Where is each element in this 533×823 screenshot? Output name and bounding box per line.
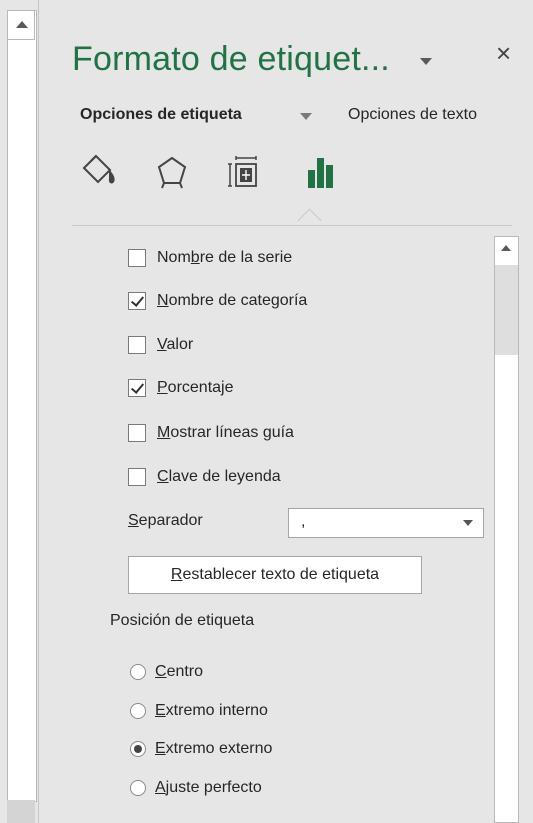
outer-scroll-bottom bbox=[7, 800, 35, 823]
label-options-icon[interactable] bbox=[302, 152, 342, 192]
radio-button[interactable] bbox=[130, 780, 146, 796]
radio-outside-end[interactable]: Extremo externo bbox=[130, 737, 272, 761]
label-position-heading: Posición de etiqueta bbox=[110, 612, 255, 629]
checkbox-legend-key[interactable]: Clave de leyenda bbox=[128, 465, 281, 489]
section-divider bbox=[72, 225, 512, 226]
format-data-labels-pane: Formato de etiquet... × Opciones de etiq… bbox=[48, 0, 533, 823]
outer-scroll-track[interactable] bbox=[7, 10, 37, 802]
checkbox-box[interactable] bbox=[128, 379, 146, 397]
radio-inside-end[interactable]: Extremo interno bbox=[130, 699, 268, 723]
outer-scroll-up-button[interactable] bbox=[7, 10, 35, 40]
tab-label-options-dropdown-icon[interactable] bbox=[300, 113, 312, 120]
tab-text-options[interactable]: Opciones de texto bbox=[348, 106, 477, 124]
radio-center[interactable]: Centro bbox=[130, 660, 203, 684]
pane-title: Formato de etiquet... bbox=[72, 40, 390, 78]
checkbox-box[interactable] bbox=[128, 336, 146, 354]
checkbox-series-name[interactable]: Nombre de la serie bbox=[128, 246, 292, 270]
checkbox-box[interactable] bbox=[128, 292, 146, 310]
fill-line-icon[interactable] bbox=[80, 152, 120, 192]
category-icon-row bbox=[80, 152, 380, 198]
checkbox-leader-lines[interactable]: Mostrar líneas guía bbox=[128, 421, 294, 445]
checkbox-percentage[interactable]: Porcentaje bbox=[128, 376, 234, 400]
checkbox-box[interactable] bbox=[128, 424, 146, 442]
inner-scroll-thumb[interactable] bbox=[495, 265, 518, 355]
pane-options-dropdown-icon[interactable] bbox=[420, 58, 432, 65]
effects-icon[interactable] bbox=[152, 152, 192, 192]
checkbox-value[interactable]: Valor bbox=[128, 333, 193, 357]
selected-tab-indicator bbox=[297, 208, 322, 233]
radio-button[interactable] bbox=[130, 664, 146, 680]
size-properties-icon[interactable] bbox=[226, 152, 266, 192]
tab-label-options[interactable]: Opciones de etiqueta bbox=[80, 106, 242, 124]
separator-dropdown[interactable]: , bbox=[288, 508, 484, 538]
checkbox-category-name[interactable]: Nombre de categoría bbox=[128, 289, 307, 313]
radio-button[interactable] bbox=[130, 741, 146, 757]
radio-button[interactable] bbox=[130, 703, 146, 719]
checkbox-box[interactable] bbox=[128, 468, 146, 486]
separator-label: Separador bbox=[128, 512, 203, 529]
inner-scrollbar[interactable] bbox=[494, 236, 519, 823]
close-pane-button[interactable]: × bbox=[496, 40, 511, 66]
chevron-down-icon[interactable] bbox=[463, 520, 473, 526]
checkbox-box[interactable] bbox=[128, 249, 146, 267]
inner-scroll-up-button[interactable] bbox=[495, 237, 518, 263]
reset-label-text-button[interactable]: Restablecer texto de etiqueta bbox=[128, 556, 422, 594]
separator-value: , bbox=[301, 513, 306, 530]
radio-best-fit[interactable]: Ajuste perfecto bbox=[130, 776, 262, 800]
outer-scrollbar[interactable] bbox=[0, 0, 39, 823]
